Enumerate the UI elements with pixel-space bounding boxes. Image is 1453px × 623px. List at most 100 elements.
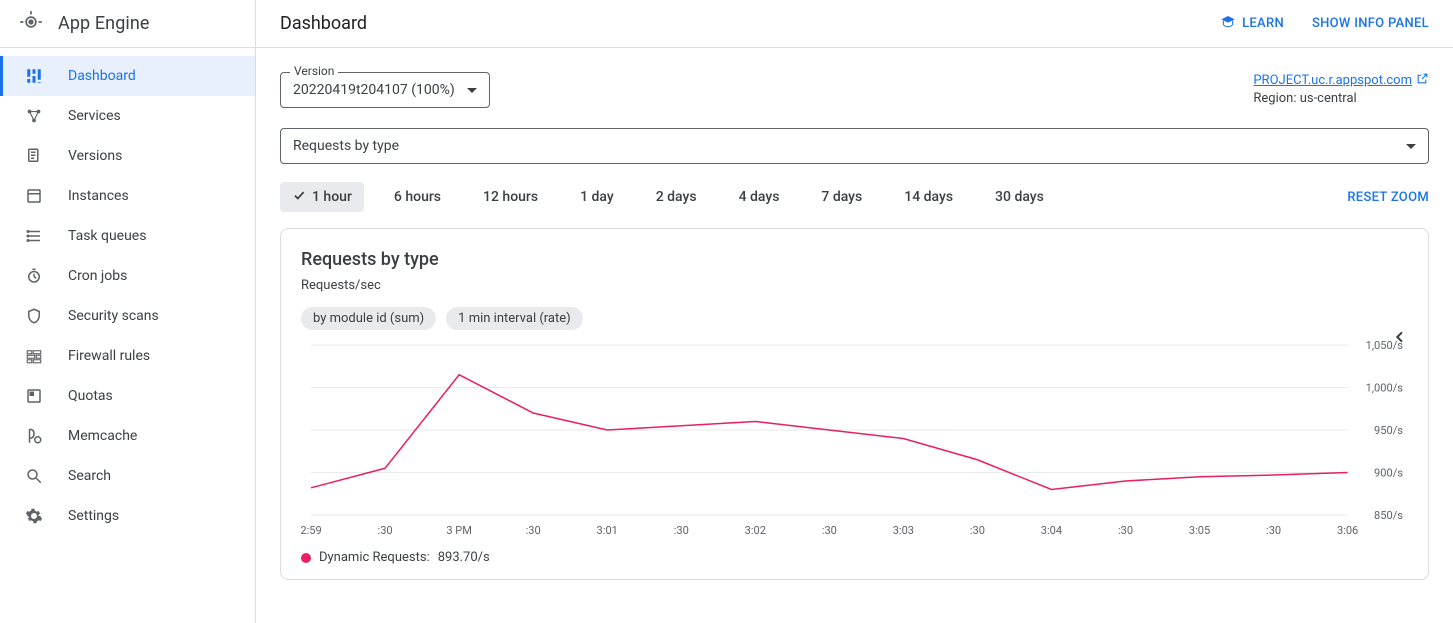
chart-card: Requests by type Requests/sec by module …: [280, 228, 1429, 580]
services-icon: [24, 106, 44, 126]
sidebar-item-label: Memcache: [68, 428, 137, 444]
svg-text:900/s: 900/s: [1374, 467, 1403, 480]
svg-text:850/s: 850/s: [1374, 509, 1403, 522]
time-range-4-days[interactable]: 4 days: [727, 183, 792, 211]
time-range-row: 1 hour 6 hours 12 hours 1 day 2 days 4 d…: [280, 182, 1429, 212]
time-range-14-days[interactable]: 14 days: [892, 183, 965, 211]
sidebar-item-label: Cron jobs: [68, 268, 127, 284]
sidebar: App Engine Dashboard Services Versions I…: [0, 0, 256, 623]
svg-text:3:02: 3:02: [745, 524, 766, 537]
app-name: App Engine: [58, 13, 150, 34]
sidebar-item-services[interactable]: Services: [0, 96, 255, 136]
svg-text:3:01: 3:01: [597, 524, 618, 537]
time-range-2-days[interactable]: 2 days: [644, 183, 709, 211]
chart-badge: 1 min interval (rate): [446, 307, 583, 330]
svg-text::30: :30: [970, 524, 985, 537]
versions-icon: [24, 146, 44, 166]
legend-series-value: 893.70/s: [438, 550, 490, 565]
svg-text:3 PM: 3 PM: [446, 524, 472, 537]
svg-text:950/s: 950/s: [1374, 424, 1403, 437]
dashboard-icon: [24, 66, 44, 86]
svg-text:1,050/s: 1,050/s: [1366, 340, 1404, 352]
sidebar-item-dashboard[interactable]: Dashboard: [0, 56, 255, 96]
region-label: Region: us-central: [1253, 91, 1429, 106]
time-ranges: 1 hour 6 hours 12 hours 1 day 2 days 4 d…: [280, 182, 1056, 212]
sidebar-item-label: Instances: [68, 188, 129, 204]
sidebar-item-label: Security scans: [68, 308, 159, 324]
time-range-30-days[interactable]: 30 days: [983, 183, 1056, 211]
cron-jobs-icon: [24, 266, 44, 286]
shield-icon: [24, 306, 44, 326]
show-info-panel-button[interactable]: SHOW INFO PANEL: [1312, 16, 1429, 31]
version-selector-wrap: Version 20220419t204107 (100%): [280, 72, 490, 108]
sidebar-item-firewall-rules[interactable]: Firewall rules: [0, 336, 255, 376]
gear-icon: [24, 506, 44, 526]
page-title: Dashboard: [280, 13, 367, 34]
quotas-icon: [24, 386, 44, 406]
sidebar-item-label: Search: [68, 468, 111, 484]
sidebar-item-search[interactable]: Search: [0, 456, 255, 496]
learn-label: LEARN: [1242, 16, 1284, 31]
chart-area: 1,050/s 1,000/s 950/s 900/s 850/s 2:59 :30 3 PM…: [301, 340, 1408, 540]
task-queues-icon: [24, 226, 44, 246]
version-selector-label: Version: [290, 64, 338, 78]
sidebar-item-label: Versions: [68, 148, 122, 164]
chart-svg: 1,050/s 1,000/s 950/s 900/s 850/s 2:59 :30 3 PM…: [301, 340, 1408, 540]
version-selector-value: 20220419t204107 (100%): [293, 82, 455, 98]
svg-text::30: :30: [822, 524, 837, 537]
svg-text:3:05: 3:05: [1189, 524, 1210, 537]
chart-badges: by module id (sum) 1 min interval (rate): [301, 307, 1408, 330]
project-info: PROJECT.uc.r.appspot.com Region: us-cent…: [1253, 72, 1429, 106]
sidebar-header: App Engine: [0, 0, 255, 48]
svg-text:2:59: 2:59: [301, 524, 322, 537]
svg-text:3:03: 3:03: [893, 524, 914, 537]
content: Version 20220419t204107 (100%) PROJECT.u…: [256, 48, 1453, 623]
time-range-6-hours[interactable]: 6 hours: [382, 183, 453, 211]
sidebar-item-instances[interactable]: Instances: [0, 176, 255, 216]
main: Dashboard LEARN SHOW INFO PANEL Version …: [256, 0, 1453, 623]
svg-text:3:04: 3:04: [1041, 524, 1062, 537]
metric-selector[interactable]: Requests by type: [280, 128, 1429, 164]
sidebar-item-memcache[interactable]: Memcache: [0, 416, 255, 456]
chart-title: Requests by type: [301, 249, 1408, 270]
search-icon: [24, 466, 44, 486]
reset-zoom-button[interactable]: RESET ZOOM: [1347, 190, 1429, 205]
top-actions: LEARN SHOW INFO PANEL: [1220, 14, 1429, 34]
caret-down-icon: [467, 88, 477, 93]
time-range-12-hours[interactable]: 12 hours: [471, 183, 550, 211]
sidebar-item-task-queues[interactable]: Task queues: [0, 216, 255, 256]
sidebar-item-cron-jobs[interactable]: Cron jobs: [0, 256, 255, 296]
chart-badge: by module id (sum): [301, 307, 436, 330]
sidebar-item-versions[interactable]: Versions: [0, 136, 255, 176]
sidebar-item-label: Dashboard: [68, 68, 136, 84]
sidebar-item-security-scans[interactable]: Security scans: [0, 296, 255, 336]
topbar: Dashboard LEARN SHOW INFO PANEL: [256, 0, 1453, 48]
time-range-label: 1 hour: [312, 189, 352, 205]
legend-series-label: Dynamic Requests:: [319, 550, 430, 565]
chart-legend: Dynamic Requests: 893.70/s: [301, 550, 1408, 565]
caret-down-icon: [1406, 144, 1416, 149]
sidebar-list: Dashboard Services Versions Instances Ta…: [0, 48, 255, 536]
time-range-7-days[interactable]: 7 days: [809, 183, 874, 211]
svg-text::30: :30: [526, 524, 541, 537]
metric-selector-wrap: Requests by type: [280, 128, 1429, 164]
project-url-link[interactable]: PROJECT.uc.r.appspot.com: [1253, 72, 1429, 89]
time-range-1-day[interactable]: 1 day: [568, 183, 626, 211]
svg-text::30: :30: [1118, 524, 1133, 537]
sidebar-item-quotas[interactable]: Quotas: [0, 376, 255, 416]
time-range-1-hour[interactable]: 1 hour: [280, 182, 364, 212]
svg-text:3:06: 3:06: [1337, 524, 1358, 537]
legend-dot-icon: [301, 553, 311, 563]
svg-text::30: :30: [1266, 524, 1281, 537]
check-icon: [292, 188, 306, 206]
project-url-label: PROJECT.uc.r.appspot.com: [1253, 73, 1412, 88]
memcache-icon: [24, 426, 44, 446]
sidebar-item-label: Services: [68, 108, 121, 124]
chart-subtitle: Requests/sec: [301, 278, 1408, 293]
svg-text:1,000/s: 1,000/s: [1366, 382, 1404, 395]
sidebar-item-label: Quotas: [68, 388, 113, 404]
sidebar-item-label: Task queues: [68, 228, 146, 244]
sidebar-item-settings[interactable]: Settings: [0, 496, 255, 536]
firewall-icon: [24, 346, 44, 366]
learn-button[interactable]: LEARN: [1220, 14, 1284, 34]
